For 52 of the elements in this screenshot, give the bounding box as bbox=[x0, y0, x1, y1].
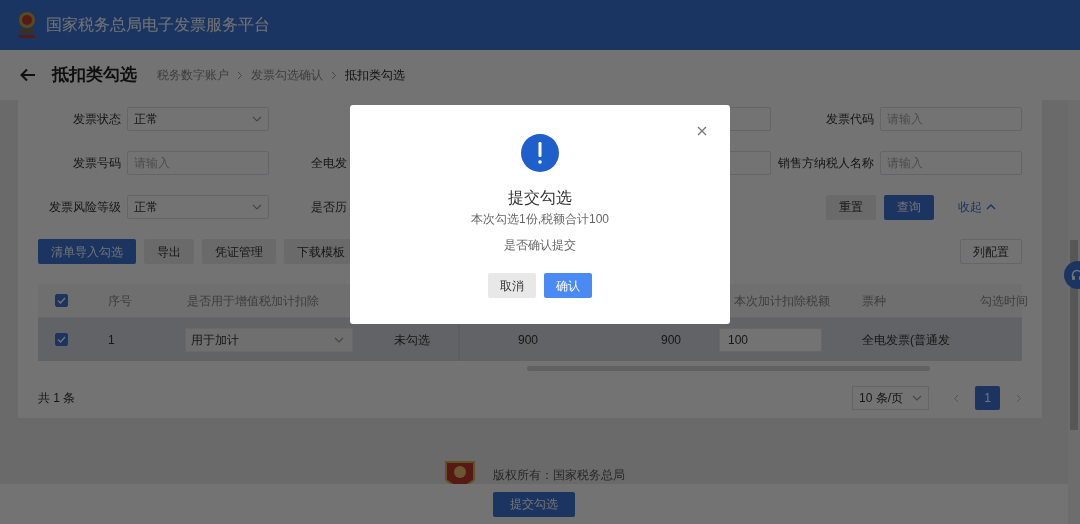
column-config-button[interactable]: 列配置 bbox=[960, 239, 1022, 264]
field-label: 全电发 bbox=[310, 155, 348, 172]
table-cell-text: 全电发票(普通发 bbox=[862, 331, 950, 349]
table-cell-text: 900 bbox=[661, 331, 682, 349]
chevron-down-icon bbox=[334, 336, 344, 343]
row-checkbox[interactable] bbox=[55, 333, 68, 346]
alert-icon bbox=[521, 134, 559, 172]
page-title: 抵扣类勾选 bbox=[52, 64, 137, 87]
previous-page-icon[interactable] bbox=[953, 393, 959, 403]
page-number[interactable]: 1 bbox=[975, 386, 1000, 410]
chevron-down-icon bbox=[912, 395, 922, 401]
table-cell-text: 1 bbox=[108, 331, 115, 349]
select-all-checkbox[interactable] bbox=[55, 294, 68, 307]
amount-input[interactable]: 100 bbox=[719, 327, 822, 352]
next-page-icon[interactable] bbox=[1016, 393, 1022, 403]
field-label: 发票风险等级 bbox=[48, 199, 122, 216]
deduction-select[interactable]: 用于加计 bbox=[185, 327, 353, 352]
chevron-up-icon bbox=[986, 204, 996, 210]
toolbar-button[interactable]: 清单导入勾选 bbox=[38, 239, 136, 264]
table-row[interactable]: 1 用于加计 未勾选 900 900 100 全电发票(普通发 bbox=[38, 318, 1022, 361]
page-size-select[interactable]: 10 条/页 bbox=[852, 386, 929, 410]
dialog-title: 提交勾选 bbox=[508, 188, 572, 208]
field-label: 是否历 bbox=[310, 199, 348, 216]
back-arrow-icon[interactable] bbox=[20, 68, 36, 82]
field-label: 发票号码 bbox=[72, 155, 122, 172]
toolbar-button[interactable]: 凭证管理 bbox=[202, 239, 276, 264]
field-label: 销售方纳税人名称 bbox=[777, 155, 875, 172]
headset-icon bbox=[1071, 269, 1080, 281]
confirm-button[interactable]: 确认 bbox=[544, 273, 592, 298]
chevron-right-icon bbox=[237, 70, 243, 80]
chevron-down-icon bbox=[252, 116, 262, 122]
chevron-down-icon bbox=[252, 204, 262, 210]
close-icon[interactable] bbox=[697, 126, 707, 136]
emblem-icon bbox=[16, 10, 38, 40]
field-label: 发票代码 bbox=[825, 111, 875, 128]
cancel-button[interactable]: 取消 bbox=[488, 273, 536, 298]
search-button[interactable]: 查询 bbox=[884, 194, 934, 220]
table-cell-text: 未勾选 bbox=[393, 331, 430, 349]
copyright-text: 版权所有：国家税务总局 bbox=[493, 467, 625, 484]
field-label: 发票状态 bbox=[72, 111, 122, 128]
dialog-question: 是否确认提交 bbox=[504, 237, 576, 254]
status-select[interactable]: 正常 bbox=[127, 195, 269, 219]
chevron-right-icon bbox=[331, 70, 337, 80]
total-count: 共 1 条 bbox=[38, 390, 76, 407]
collapse-link[interactable]: 收起 bbox=[958, 198, 1008, 216]
site-title: 国家税务总局电子发票服务平台 bbox=[46, 15, 270, 35]
toolbar-button[interactable]: 导出 bbox=[144, 239, 194, 264]
submit-button[interactable]: 提交勾选 bbox=[493, 491, 575, 517]
table-cell-text: 900 bbox=[518, 331, 539, 349]
dialog-message: 本次勾选1份,税额合计100 bbox=[471, 211, 609, 228]
reset-button[interactable]: 重置 bbox=[826, 194, 876, 220]
status-select[interactable]: 正常 bbox=[127, 107, 269, 131]
